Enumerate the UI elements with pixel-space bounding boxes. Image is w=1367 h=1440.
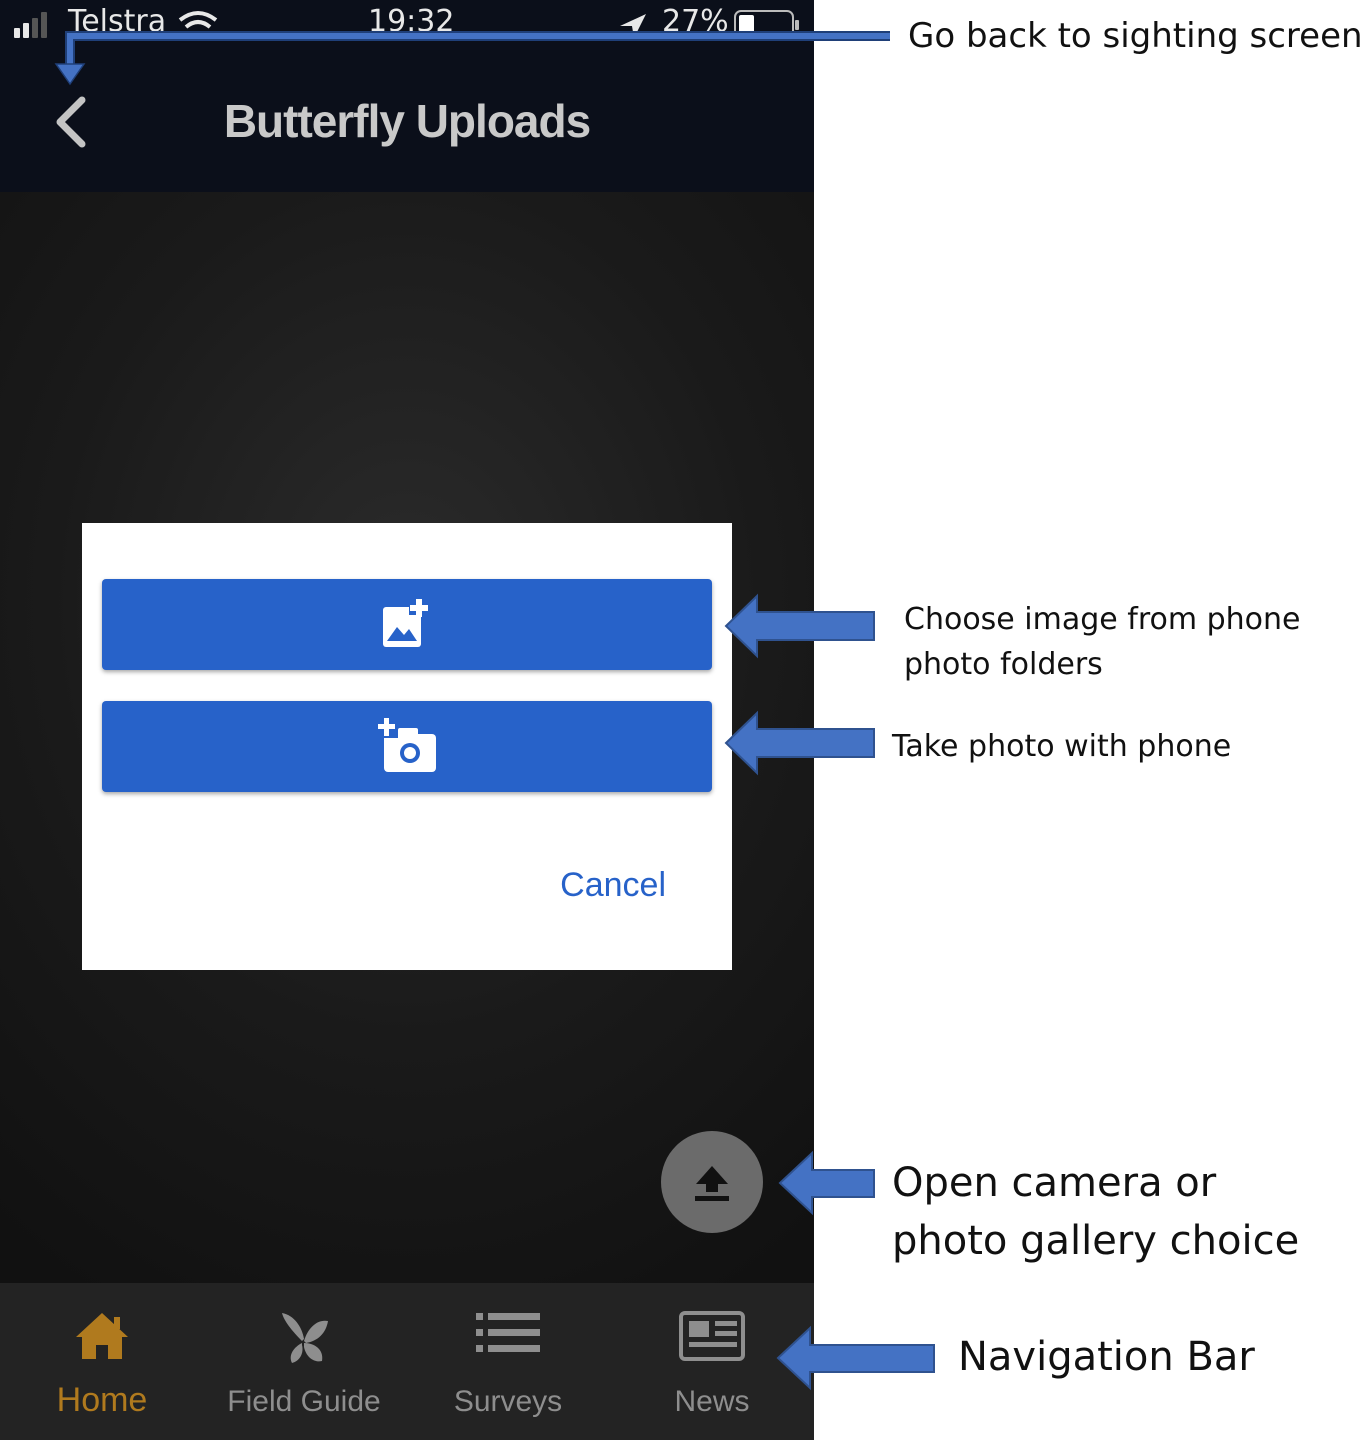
nav-annotation-arrow: [776, 1325, 935, 1391]
gallery-annotation-line2: photo folders: [904, 647, 1103, 682]
fab-annotation-arrow: [778, 1150, 875, 1216]
back-annotation-label: Go back to sighting screen: [908, 16, 1363, 56]
nav-annotation-label: Navigation Bar: [958, 1334, 1255, 1380]
camera-annotation-arrow: [724, 710, 875, 776]
gallery-annotation-arrow: [724, 593, 875, 659]
fab-annotation-line1: Open camera or: [892, 1160, 1217, 1206]
fab-annotation-line2: photo gallery choice: [892, 1218, 1300, 1264]
gallery-annotation-line1: Choose image from phone: [904, 602, 1301, 637]
back-annotation-arrow: [54, 31, 890, 86]
camera-annotation-label: Take photo with phone: [892, 729, 1232, 764]
